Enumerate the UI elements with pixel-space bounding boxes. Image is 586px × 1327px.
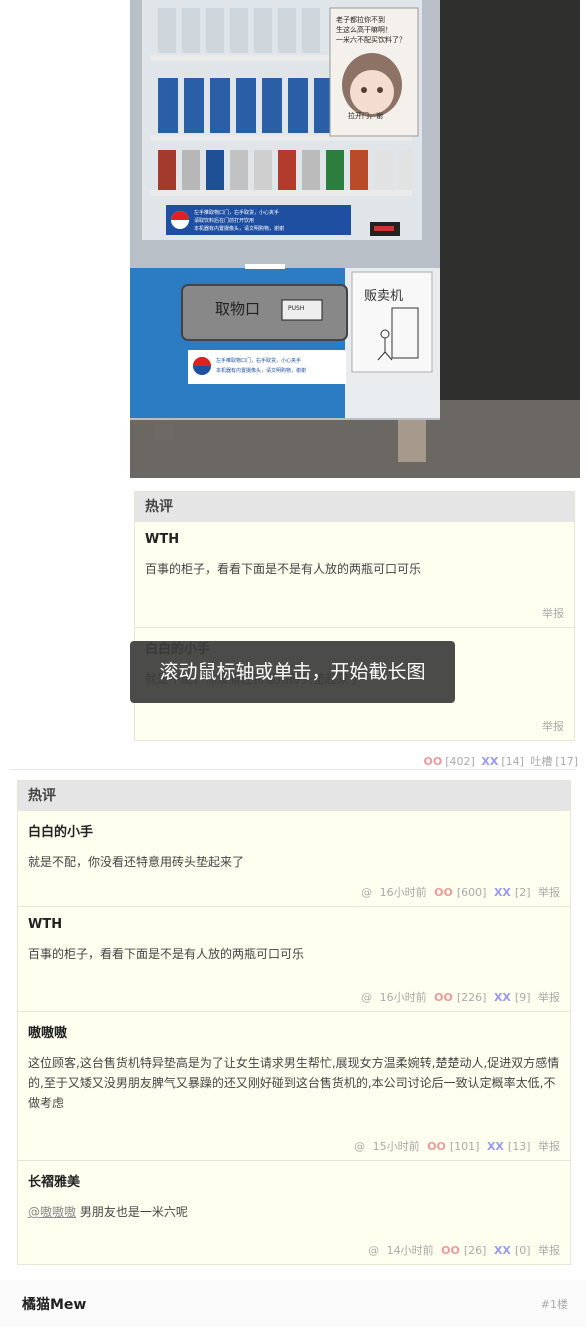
comment-text: 百事的柜子，看看下面是不是有人放的两瓶可口可乐 xyxy=(145,562,422,576)
svg-text:本机器有内置摄像头，请文明购物，谢谢: 本机器有内置摄像头，请文明购物，谢谢 xyxy=(194,225,284,232)
comment-author[interactable]: WTH xyxy=(28,907,560,932)
post-vote-bar: OO [402] XX [14] 吐槽 [17] xyxy=(421,753,578,769)
comment-time: 16小时前 xyxy=(379,886,427,899)
comment-author[interactable]: WTH xyxy=(145,522,564,547)
comment-time: 15小时前 xyxy=(372,1140,420,1153)
svg-text:左手推取物口门，右手取货，小心夹手: 左手推取物口门，右手取货，小心夹手 xyxy=(216,357,301,364)
post-author[interactable]: 橘猫Mew xyxy=(22,1294,86,1314)
comment-text: 百事的柜子，看看下面是不是有人放的两瓶可口可乐 xyxy=(28,947,305,961)
oo-count: [226] xyxy=(456,991,487,1004)
svg-text:本机器有内置摄像头，请文明购物，谢谢: 本机器有内置摄像头，请文明购物，谢谢 xyxy=(216,367,306,374)
sticker-text-1: 老子都拉你不到 xyxy=(336,15,385,24)
sticker-text-2: 生这么高干嘛啊！ xyxy=(336,25,392,34)
report-link[interactable]: 举报 xyxy=(542,607,564,620)
oo-vote-button[interactable]: OO xyxy=(427,1140,446,1153)
xx-vote-button[interactable]: XX xyxy=(494,1244,511,1257)
comment-author[interactable]: 长褶雅美 xyxy=(28,1161,560,1190)
comment-footer: @ 14小时前 OO [26] XX [0] 举报 xyxy=(364,1242,560,1258)
oo-count: [402] xyxy=(445,755,475,768)
comment-author[interactable]: 嗷嗷嗷 xyxy=(28,1012,560,1041)
comment-footer: 举报 xyxy=(538,718,564,734)
reply-at-button[interactable]: @ xyxy=(368,1244,379,1257)
vending-machine-photo: 老子都拉你不到 生这么高干嘛啊！ 一米六不配买饮料了？ 拉开门，谢 左手推取物口… xyxy=(130,0,580,478)
report-link[interactable]: 举报 xyxy=(538,1140,560,1153)
sticker-bubble: 拉开门，谢 xyxy=(348,111,383,120)
comment-footer: @ 16小时前 OO [226] XX [9] 举报 xyxy=(357,989,560,1005)
comment-text: 就是不配，你没看还特意用砖头垫起来了 xyxy=(28,855,245,869)
oo-vote-button[interactable]: OO xyxy=(434,991,453,1004)
xx-count: [9] xyxy=(514,991,531,1004)
svg-text:左手推取物口门，右手取货，小心夹手: 左手推取物口门，右手取货，小心夹手 xyxy=(194,209,279,216)
report-link[interactable]: 举报 xyxy=(538,991,560,1004)
comment-item: 白白的小手 就是不配，你没看还特意用砖头垫起来了 @ 16小时前 OO [600]… xyxy=(18,811,570,907)
tucao-button[interactable]: 吐槽 xyxy=(530,755,552,768)
comment-time: 16小时前 xyxy=(379,991,427,1004)
screenshot-toast[interactable]: 滚动鼠标轴或单击，开始截长图 xyxy=(130,641,455,703)
comment-footer: 举报 xyxy=(538,605,564,621)
post-floor[interactable]: #1楼 xyxy=(541,1296,568,1312)
hot-comments-panel-top: 热评 WTH 百事的柜子，看看下面是不是有人放的两瓶可口可乐 举报 白白的小手 … xyxy=(134,491,575,741)
comment-item: WTH 百事的柜子，看看下面是不是有人放的两瓶可口可乐 @ 16小时前 OO [2… xyxy=(18,907,570,1012)
comment-item: 长褶雅美 @嗷嗷嗷 男朋友也是一米六呢 @ 14小时前 OO [26] XX [0]… xyxy=(18,1161,570,1264)
comment-item: WTH 百事的柜子，看看下面是不是有人放的两瓶可口可乐 举报 xyxy=(135,522,574,628)
oo-count: [101] xyxy=(449,1140,480,1153)
tucao-count: [17] xyxy=(555,755,578,768)
xx-vote-button[interactable]: XX xyxy=(481,755,498,768)
xx-count: [13] xyxy=(507,1140,531,1153)
hot-comments-panel: 热评 白白的小手 就是不配，你没看还特意用砖头垫起来了 @ 16小时前 OO [6… xyxy=(17,780,571,1265)
comment-author[interactable]: 白白的小手 xyxy=(28,811,560,840)
xx-vote-button[interactable]: XX xyxy=(487,1140,504,1153)
comment-time: 14小时前 xyxy=(386,1244,434,1257)
xx-vote-button[interactable]: XX xyxy=(494,886,511,899)
sticker-text-3: 一米六不配买饮料了？ xyxy=(336,35,406,44)
post-image[interactable]: 老子都拉你不到 生这么高干嘛啊！ 一米六不配买饮料了？ 拉开门，谢 左手推取物口… xyxy=(130,0,580,478)
oo-count: [600] xyxy=(456,886,487,899)
reply-at-button[interactable]: @ xyxy=(354,1140,365,1153)
xx-count: [0] xyxy=(514,1244,531,1257)
panel-header: 热评 xyxy=(135,492,574,522)
xx-vote-button[interactable]: XX xyxy=(494,991,511,1004)
comment-item: 嗷嗷嗷 这位顾客,这台售货机特异垫高是为了让女生请求男生帮忙,展现女方温柔婉转,… xyxy=(18,1012,570,1161)
outlet-label: 取物口 xyxy=(215,300,260,318)
comment-text: 这位顾客,这台售货机特异垫高是为了让女生请求男生帮忙,展现女方温柔婉转,楚楚动人… xyxy=(28,1056,560,1110)
comment-footer: @ 16小时前 OO [600] XX [2] 举报 xyxy=(357,884,560,900)
svg-text:请取饮料后在门前打开饮用: 请取饮料后在门前打开饮用 xyxy=(194,217,254,224)
panel-header: 热评 xyxy=(18,781,570,811)
xx-count: [2] xyxy=(514,886,531,899)
vending-note: 贩卖机 xyxy=(364,289,403,304)
reply-at-button[interactable]: @ xyxy=(361,886,372,899)
reply-at-button[interactable]: @ xyxy=(361,991,372,1004)
next-post-header: 橘猫Mew #1楼 xyxy=(0,1280,586,1327)
comment-text: @嗷嗷嗷 男朋友也是一米六呢 xyxy=(28,1202,560,1222)
oo-vote-button[interactable]: OO xyxy=(441,1244,460,1257)
report-link[interactable]: 举报 xyxy=(538,886,560,899)
comment-text-body: 男朋友也是一米六呢 xyxy=(76,1205,188,1219)
divider xyxy=(10,769,576,770)
report-link[interactable]: 举报 xyxy=(542,720,564,733)
comment-footer: @ 15小时前 OO [101] XX [13] 举报 xyxy=(350,1138,560,1154)
mention-link[interactable]: @嗷嗷嗷 xyxy=(28,1205,76,1219)
oo-vote-button[interactable]: OO xyxy=(434,886,453,899)
oo-vote-button[interactable]: OO xyxy=(424,755,443,768)
report-link[interactable]: 举报 xyxy=(538,1244,560,1257)
xx-count: [14] xyxy=(501,755,524,768)
oo-count: [26] xyxy=(463,1244,487,1257)
svg-text:PUSH: PUSH xyxy=(288,305,304,312)
